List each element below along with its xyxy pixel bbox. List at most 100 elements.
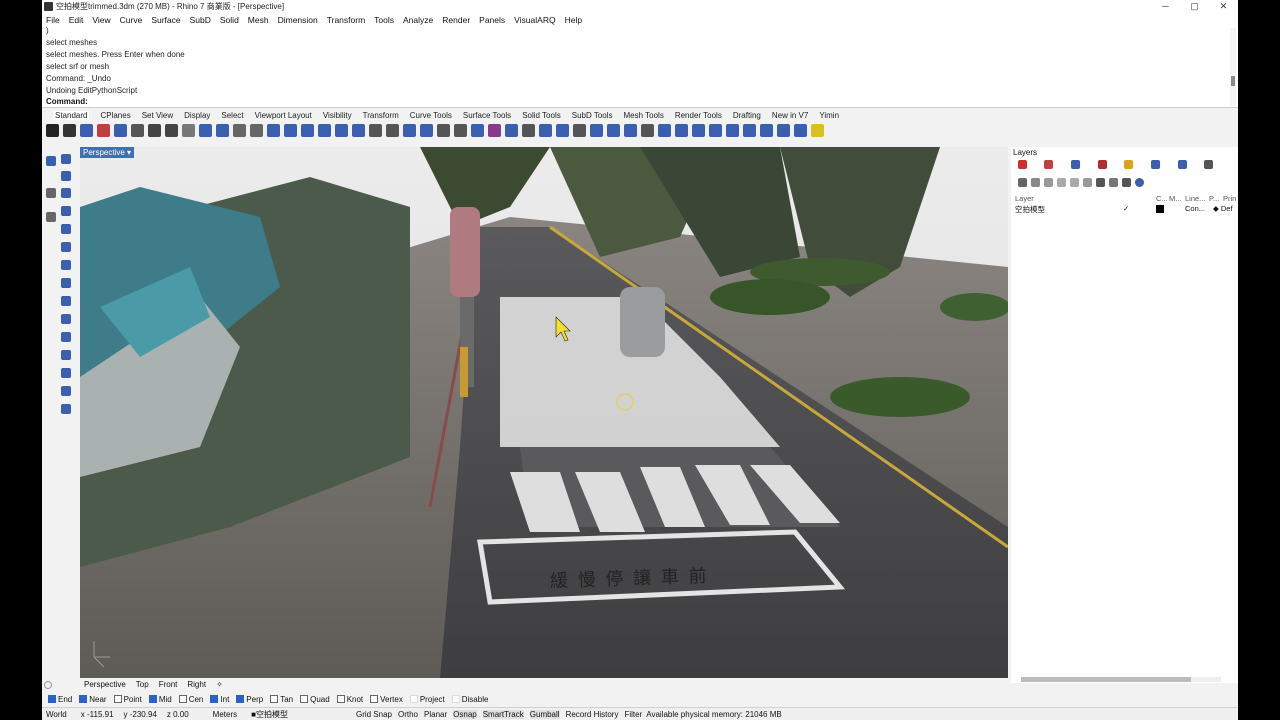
export-icon[interactable] — [165, 124, 178, 137]
paste-icon[interactable] — [216, 124, 229, 137]
osnap-point[interactable]: Point — [113, 695, 142, 704]
open-file-icon[interactable] — [97, 124, 110, 137]
measure-icon[interactable] — [641, 124, 654, 137]
wrench-icon[interactable] — [1122, 178, 1131, 187]
tab-solid-tools[interactable]: Solid Tools — [522, 111, 561, 120]
tab-transform[interactable]: Transform — [363, 111, 399, 120]
osnap-cen[interactable]: Cen — [178, 695, 203, 704]
pyramid-tool-icon[interactable] — [61, 260, 71, 270]
command-scrollbar[interactable] — [1230, 28, 1236, 106]
polyline-tool-icon[interactable] — [46, 156, 56, 166]
curve-tool-icon[interactable] — [61, 154, 71, 164]
select-all-icon[interactable] — [437, 124, 450, 137]
tab-subd-tools[interactable]: SubD Tools — [572, 111, 613, 120]
filter-toggle[interactable]: Filter — [624, 710, 642, 719]
layer-print-width[interactable]: ◆ Def — [1213, 204, 1233, 213]
print-icon[interactable] — [131, 124, 144, 137]
osnap-quad[interactable]: Quad — [300, 695, 330, 704]
tab-set-view[interactable]: Set View — [142, 111, 173, 120]
tab-new-in-v7[interactable]: New in V7 — [772, 111, 808, 120]
tab-yimin[interactable]: Yimin — [819, 111, 839, 120]
zoom-extents-icon[interactable] — [335, 124, 348, 137]
move-left-icon[interactable] — [1083, 178, 1092, 187]
osnap-icon[interactable] — [522, 124, 535, 137]
tab-mesh-tools[interactable]: Mesh Tools — [624, 111, 664, 120]
layer-name[interactable]: 空拍模型 — [1015, 204, 1045, 215]
menu-mesh[interactable]: Mesh — [248, 15, 269, 25]
box-tool-icon[interactable] — [61, 206, 71, 216]
mesh-icon[interactable] — [590, 124, 603, 137]
new-file-icon[interactable] — [80, 124, 93, 137]
osnap-knot[interactable]: Knot — [336, 695, 363, 704]
menu-panels[interactable]: Panels — [479, 15, 505, 25]
extrude-tool-icon[interactable] — [61, 332, 71, 342]
help-icon[interactable] — [1135, 178, 1144, 187]
close-button[interactable]: ✕ — [1209, 0, 1238, 13]
new-layer-icon[interactable] — [1018, 178, 1027, 187]
filter-icon[interactable] — [1096, 178, 1105, 187]
display-icon[interactable] — [1204, 160, 1213, 169]
menu-help[interactable]: Help — [565, 15, 582, 25]
hexagon-icon[interactable] — [607, 124, 620, 137]
tab-cplanes[interactable]: CPlanes — [100, 111, 130, 120]
layers-horizontal-scrollbar[interactable] — [1021, 677, 1221, 682]
undo-view-icon[interactable] — [369, 124, 382, 137]
notification-icon[interactable] — [1178, 160, 1187, 169]
rotate-view-icon[interactable] — [284, 124, 297, 137]
tab-visibility[interactable]: Visibility — [323, 111, 352, 120]
minimize-button[interactable]: ─ — [1151, 0, 1180, 13]
menu-visualarq[interactable]: VisualARQ — [514, 15, 555, 25]
four-views-icon[interactable] — [403, 124, 416, 137]
cylinder-tool-icon[interactable] — [61, 224, 71, 234]
menu-render[interactable]: Render — [442, 15, 470, 25]
tab-viewport-layout[interactable]: Viewport Layout — [255, 111, 312, 120]
box-icon[interactable] — [794, 124, 807, 137]
rotate-icon[interactable] — [692, 124, 705, 137]
frame-icon[interactable] — [658, 124, 671, 137]
package-icon[interactable] — [811, 124, 824, 137]
set-cplane-icon[interactable] — [386, 124, 399, 137]
osnap-int[interactable]: Int — [210, 695, 229, 704]
osnap-end[interactable]: End — [48, 695, 72, 704]
menu-tools[interactable]: Tools — [374, 15, 394, 25]
menu-curve[interactable]: Curve — [120, 15, 143, 25]
osnap-disable[interactable]: Disable — [451, 695, 488, 704]
zoom-window-icon[interactable] — [318, 124, 331, 137]
tab-standard[interactable]: Standard — [53, 110, 90, 120]
layer-tools-icon[interactable] — [1109, 178, 1118, 187]
menu-view[interactable]: View — [92, 15, 110, 25]
cylinder-icon[interactable] — [743, 124, 756, 137]
check-icon[interactable] — [46, 124, 59, 137]
grid-icon[interactable] — [675, 124, 688, 137]
menu-dimension[interactable]: Dimension — [278, 15, 318, 25]
cplane-indicator[interactable]: World — [46, 710, 67, 719]
polyline-icon[interactable] — [624, 124, 637, 137]
record-history-toggle[interactable]: Record History — [566, 710, 619, 719]
perspective-viewport[interactable]: Perspective ▾ 緩 慢 停 讓 車 前 — [80, 147, 1008, 678]
point-tool-icon[interactable] — [46, 188, 56, 198]
osnap-toggle[interactable]: Osnap — [453, 709, 477, 719]
menu-analyze[interactable]: Analyze — [403, 15, 433, 25]
menu-transform[interactable]: Transform — [327, 15, 365, 25]
material-icon[interactable] — [1044, 160, 1053, 169]
zoom-icon[interactable] — [301, 124, 314, 137]
transform-tool-icon[interactable] — [61, 368, 71, 378]
array-tool-icon[interactable] — [61, 404, 71, 414]
new-sublayer-icon[interactable] — [1031, 178, 1040, 187]
osnap-near[interactable]: Near — [79, 695, 107, 704]
pointer-icon[interactable] — [63, 124, 76, 137]
shaded-sphere-icon[interactable] — [420, 124, 433, 137]
layer-icon[interactable] — [488, 124, 501, 137]
move-down-icon[interactable] — [1070, 178, 1079, 187]
pan-icon[interactable] — [267, 124, 280, 137]
current-layer-check[interactable]: ✓ — [1123, 204, 1129, 213]
tab-curve-tools[interactable]: Curve Tools — [410, 111, 452, 120]
surface-tool-icon[interactable] — [61, 188, 71, 198]
render-icon[interactable] — [556, 124, 569, 137]
copy-icon[interactable] — [199, 124, 212, 137]
texture-icon[interactable] — [777, 124, 790, 137]
save-icon[interactable] — [114, 124, 127, 137]
ellipsoid-tool-icon[interactable] — [61, 296, 71, 306]
delete-layer-icon[interactable] — [1044, 178, 1053, 187]
tab-front[interactable]: Front — [159, 680, 178, 689]
